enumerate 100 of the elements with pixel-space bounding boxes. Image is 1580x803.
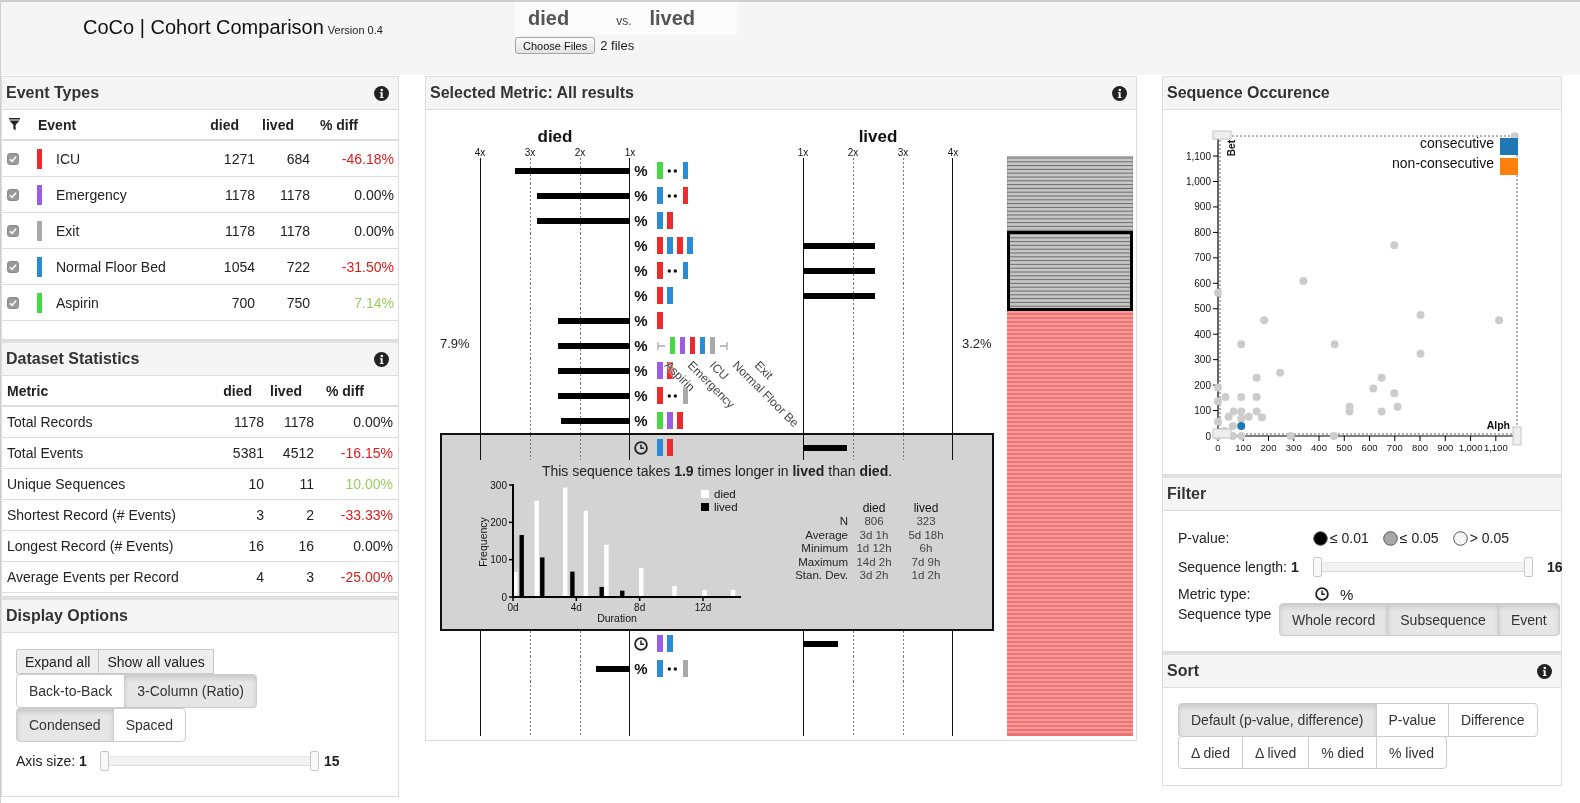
percent-symbol: % bbox=[634, 288, 648, 303]
table-cell: 0.00% bbox=[353, 538, 393, 554]
filter-label: Metric type: bbox=[1178, 586, 1252, 602]
table-cell: Average Events per Record bbox=[7, 569, 179, 585]
column-header: Event bbox=[37, 116, 77, 133]
table-cell: -16.15% bbox=[340, 445, 393, 461]
filter-label: P-value: bbox=[1178, 530, 1231, 546]
tick-label: 300 bbox=[1285, 442, 1302, 453]
axis-title: Frequency bbox=[477, 517, 489, 567]
table-cell: Unique Sequences bbox=[7, 476, 126, 492]
version-label: Version 0.4 bbox=[327, 24, 383, 36]
tick-label: 4d bbox=[570, 602, 582, 613]
table-cell: 16 bbox=[298, 538, 314, 554]
tick-label: 2x bbox=[573, 147, 587, 158]
table-cell: 10 bbox=[248, 476, 264, 492]
tick-label: 900 bbox=[1194, 201, 1211, 213]
tick-label: 300 bbox=[490, 480, 507, 491]
column-header: lived bbox=[912, 502, 940, 516]
table-cell: 16 bbox=[248, 538, 264, 554]
table-cell: 2 bbox=[306, 507, 314, 523]
tick-label: 1,000 bbox=[1458, 442, 1483, 453]
legend-label: non-consecutive bbox=[1392, 155, 1494, 171]
tick-label: 8d bbox=[634, 602, 646, 613]
tick-label: 900 bbox=[1437, 442, 1454, 453]
tick-label: 12d bbox=[694, 602, 712, 613]
table-cell: 1178 bbox=[224, 222, 255, 239]
panel-title: Sequence Occurence bbox=[1167, 84, 1330, 102]
tick-label: 500 bbox=[1194, 303, 1211, 315]
slider-label: Axis size: 1 bbox=[16, 753, 88, 769]
percent-symbol: % bbox=[634, 661, 648, 676]
tick-label: 700 bbox=[1194, 252, 1211, 264]
tick-label: 600 bbox=[1194, 277, 1211, 289]
column-header: % diff bbox=[319, 116, 359, 133]
table-cell: -33.33% bbox=[340, 507, 393, 523]
axis-title: Duration bbox=[597, 612, 637, 624]
tick-label: 1x bbox=[623, 147, 637, 158]
percent-symbol: % bbox=[634, 213, 648, 228]
tick-label: 200 bbox=[1194, 379, 1211, 391]
summary-text: This sequence takes 1.9 times longer in lived than died. bbox=[540, 462, 894, 480]
panel-title: Display Options bbox=[6, 607, 128, 625]
percent-symbol: % bbox=[634, 238, 648, 253]
share-label: 7.9% bbox=[440, 336, 471, 352]
table-cell: 5381 bbox=[232, 445, 264, 461]
percent-symbol: % bbox=[634, 388, 648, 403]
panel-title: Selected Metric: All results bbox=[430, 84, 634, 102]
column-header: lived bbox=[262, 116, 295, 133]
table-cell: 7.14% bbox=[354, 294, 394, 311]
panel-title: Filter bbox=[1167, 485, 1207, 503]
table-cell: 700 bbox=[231, 294, 255, 311]
table-cell-text: 3d 1h bbox=[858, 528, 890, 543]
table-cell: 1178 bbox=[279, 186, 310, 203]
column-header: died bbox=[223, 382, 253, 399]
tick-label: 100 bbox=[1235, 442, 1252, 453]
table-cell: 4 bbox=[256, 569, 264, 585]
cohort-name: lived bbox=[649, 7, 696, 30]
panel-title: Dataset Statistics bbox=[6, 350, 140, 368]
tick-label: 800 bbox=[1412, 442, 1428, 453]
table-cell-text: Exit bbox=[55, 222, 80, 239]
table-cell: 3 bbox=[256, 507, 264, 523]
filter-label: Sequence length: 1 bbox=[1178, 559, 1300, 575]
tick-label: 600 bbox=[1361, 442, 1378, 453]
tick-label: 100 bbox=[1194, 405, 1211, 417]
column-header: died bbox=[210, 116, 240, 133]
table-cell-text: 1d 12h bbox=[855, 542, 893, 556]
table-cell: 750 bbox=[286, 294, 310, 311]
table-cell: 10.00% bbox=[345, 476, 393, 492]
table-cell-text: 806 bbox=[863, 515, 885, 529]
table-cell: 1178 bbox=[224, 186, 255, 203]
table-cell: 11 bbox=[299, 476, 314, 492]
tick-label: 0 bbox=[1215, 442, 1221, 453]
axis-title: Bet bbox=[1226, 140, 1237, 157]
row-header: N bbox=[838, 515, 848, 529]
legend-label: lived bbox=[714, 501, 738, 513]
row-header: Average bbox=[804, 528, 848, 543]
table-cell: Shortest Record (# Events) bbox=[7, 507, 176, 523]
table-cell: 4512 bbox=[282, 445, 314, 461]
percent-symbol: % bbox=[634, 363, 648, 378]
filter-label: Sequence type bbox=[1178, 605, 1273, 624]
table-cell-text: ICU bbox=[55, 150, 81, 167]
share-label: 3.2% bbox=[962, 336, 993, 352]
tick-label: 0 bbox=[501, 591, 507, 603]
slider-value: 16 bbox=[1547, 559, 1563, 575]
tick-label: 400 bbox=[1311, 442, 1327, 453]
column-header: died bbox=[861, 502, 887, 516]
table-cell: 0.00% bbox=[353, 414, 393, 430]
table-cell-text: 7d 9h bbox=[910, 555, 942, 570]
row-header: Maximum bbox=[797, 555, 848, 570]
table-cell: 3 bbox=[306, 569, 314, 585]
tick-label: 1x bbox=[796, 147, 810, 158]
row-header: Minimum bbox=[800, 542, 848, 556]
tick-label: 3x bbox=[523, 147, 537, 158]
tick-label: 700 bbox=[1386, 442, 1403, 453]
column-header: Metric bbox=[7, 382, 49, 399]
versus-label: vs. bbox=[616, 13, 632, 28]
app-title: CoCo | Cohort Comparison bbox=[83, 16, 324, 39]
table-cell: 722 bbox=[286, 258, 310, 275]
tick-label: 1,100 bbox=[1185, 150, 1211, 162]
table-cell-text: 14d 2h bbox=[855, 555, 893, 570]
table-cell: 1271 bbox=[223, 150, 255, 167]
table-cell: -46.18% bbox=[341, 150, 394, 167]
